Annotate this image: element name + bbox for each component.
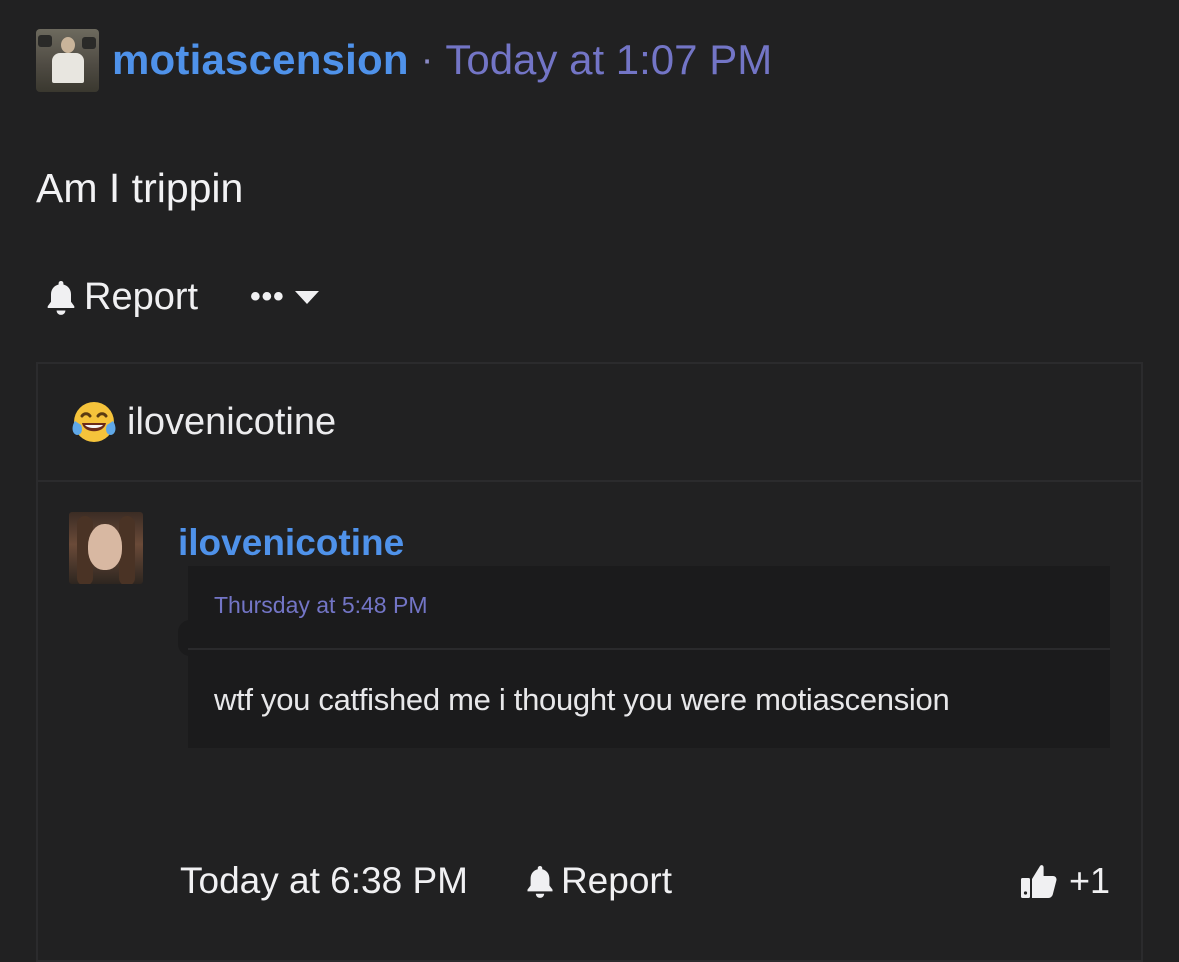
laughing-crying-emoji-icon [72,402,116,442]
quoted-author-avatar[interactable] [69,512,143,584]
quoted-author-name[interactable]: ilovenicotine [178,522,404,564]
divider [188,648,1110,650]
bell-icon [47,281,75,315]
quote-title[interactable]: ilovenicotine [127,401,336,444]
avatar-detail [38,34,52,47]
like-count: +1 [1068,860,1110,901]
post-username[interactable]: motiascension [112,36,409,84]
post-timestamp[interactable]: Today at 1:07 PM [445,36,772,84]
quoted-message-time[interactable]: Thursday at 5:48 PM [214,592,428,619]
avatar-detail [82,36,96,49]
ellipsis-icon: ••• [250,280,285,313]
bell-icon [527,865,553,898]
avatar[interactable] [36,28,99,92]
caret-down-icon [294,290,319,304]
quote-footer: Today at 6:38 PM Report +1 [180,856,1110,906]
more-options-button[interactable]: ••• [250,280,319,314]
avatar-detail [61,36,75,53]
avatar-detail [88,524,122,570]
quoted-message-text: wtf you catfished me i thought you were … [214,682,950,717]
post-body: Am I trippin [36,165,244,211]
report-label: Report [560,860,673,901]
quote-header: ilovenicotine [38,364,1141,482]
post-actions: Report ••• [44,272,319,322]
header-separator: · [420,38,434,81]
quote-content: ilovenicotine Thursday at 5:48 PM wtf yo… [38,482,1141,962]
like-button[interactable]: +1 [1019,860,1110,902]
speech-notch [178,620,198,656]
quoted-message-card: Thursday at 5:48 PM wtf you catfished me… [178,566,1110,748]
report-button[interactable]: Report [44,276,198,319]
footer-report-button[interactable]: Report [524,860,672,902]
report-label: Report [84,275,199,318]
footer-timestamp[interactable]: Today at 6:38 PM [180,860,468,902]
post-header: motiascension · Today at 1:07 PM [36,28,772,92]
thumbs-up-icon [1020,865,1057,898]
quote-box: ilovenicotine ilovenicotine Thursday at … [36,362,1143,962]
avatar-detail [52,52,84,83]
